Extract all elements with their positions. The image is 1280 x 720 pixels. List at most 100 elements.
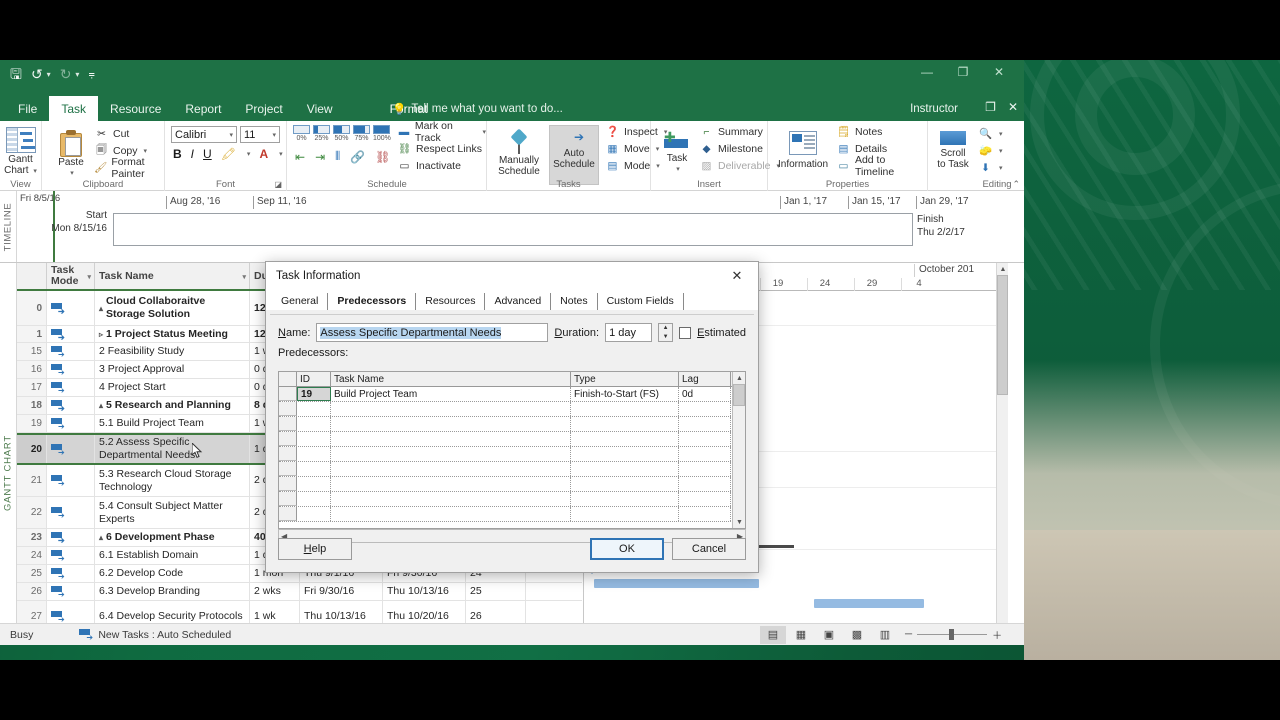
font-color-dropdown-icon[interactable]: ▾ (279, 150, 283, 158)
unlink-tasks-icon[interactable]: ⛓ (375, 150, 390, 164)
tab-resource[interactable]: Resource (98, 96, 173, 121)
dialog-tab-advanced[interactable]: Advanced (485, 293, 552, 310)
row-task-mode[interactable]: ➔ (47, 435, 95, 463)
percent-100-button[interactable]: 100% (373, 125, 391, 142)
insert-task-dropdown-icon[interactable]: ▾ (676, 164, 680, 175)
font-name-combo[interactable]: Calibri ▾ (171, 126, 237, 143)
zoom-knob[interactable] (949, 629, 955, 640)
find-button[interactable]: 🔍 ▾ (978, 125, 1003, 142)
fill-color-icon[interactable]: 🖍 (221, 147, 236, 161)
task-name-input[interactable]: Assess Specific Departmental Needs (316, 323, 549, 342)
zoom-out-icon[interactable]: ─ (905, 629, 912, 640)
scroll-thumb[interactable] (997, 275, 1008, 395)
row-task-mode[interactable]: ➔ (47, 379, 95, 396)
row-task-name[interactable]: 6.2 Develop Code (95, 565, 250, 582)
percent-50-button[interactable]: 50% (333, 125, 350, 142)
dialog-tab-resources[interactable]: Resources (416, 293, 486, 310)
row-task-mode[interactable]: ➔ (47, 547, 95, 564)
tab-report[interactable]: Report (173, 96, 233, 121)
save-icon[interactable]: 🖫 (10, 67, 22, 81)
predecessor-row-empty[interactable] (279, 417, 745, 432)
duration-spinner[interactable]: ▲ ▼ (658, 323, 674, 342)
team-planner-view-icon[interactable]: ▣ (816, 626, 842, 644)
outdent-icon[interactable]: ⇤ (295, 150, 305, 164)
resource-sheet-view-icon[interactable]: ▩ (844, 626, 870, 644)
undo-dropdown-icon[interactable]: ▾ (47, 70, 51, 79)
close-icon[interactable]: ✕ (982, 62, 1016, 82)
redo-dropdown-icon[interactable]: ▾ (75, 70, 79, 79)
row-duration[interactable]: 2 wks (250, 583, 300, 600)
grid-header-type[interactable]: Type (571, 372, 679, 386)
task-sheet-view-icon[interactable]: ▦ (788, 626, 814, 644)
column-header-task-name[interactable]: Task Name ▾ (95, 263, 250, 289)
row-task-name[interactable]: ▴ Cloud Collaboraitve Storage Solution (95, 291, 250, 325)
duration-input[interactable]: 1 day (605, 323, 653, 342)
table-row[interactable]: 26 ➔ 6.3 Develop Branding 2 wks Fri 9/30… (17, 583, 582, 601)
grid-header-task-name[interactable]: Task Name (331, 372, 571, 386)
auto-schedule-button[interactable]: AutoSchedule (549, 125, 599, 185)
predecessor-row[interactable]: 19 Build Project Team Finish-to-Start (F… (279, 387, 745, 402)
collapse-ribbon-icon[interactable]: ⌃ (1012, 179, 1020, 190)
row-task-mode[interactable]: ➔ (47, 465, 95, 496)
tell-me-box[interactable]: 💡 Tell me what you want to do... (392, 102, 563, 116)
notes-button[interactable]: 🗒 Notes (836, 123, 927, 140)
font-color-icon[interactable]: A (259, 147, 268, 161)
row-predecessors[interactable]: 25 (466, 583, 526, 600)
row-task-mode[interactable]: ➔ (47, 497, 95, 528)
grid-header-id[interactable]: ID (297, 372, 331, 386)
window-controls[interactable]: ― ❐ ✕ (910, 62, 1016, 82)
customize-qat-icon[interactable]: ⩦ (88, 68, 94, 80)
format-painter-button[interactable]: 🖌 Format Painter (94, 156, 164, 180)
percent-25-button[interactable]: 25% (313, 125, 330, 142)
split-task-icon[interactable]: ⫴ (335, 149, 340, 164)
find-dropdown-icon[interactable]: ▾ (999, 130, 1003, 138)
link-tasks-icon[interactable]: 🔗 (350, 150, 365, 164)
row-task-mode[interactable]: ➔ (47, 291, 95, 325)
row-task-name[interactable]: 2 Feasibility Study (95, 343, 250, 360)
row-task-name[interactable]: 6.3 Develop Branding (95, 583, 250, 600)
indent-icon[interactable]: ⇥ (315, 150, 325, 164)
fill-color-dropdown-icon[interactable]: ▾ (247, 150, 251, 158)
row-task-name[interactable]: 4 Project Start (95, 379, 250, 396)
predecessor-task-name[interactable]: Build Project Team (331, 387, 571, 401)
copy-dropdown-icon[interactable]: ▾ (144, 147, 148, 155)
percent-0-button[interactable]: 0% (293, 125, 310, 142)
information-button[interactable]: Information (772, 127, 834, 170)
tab-file[interactable]: File (6, 96, 49, 121)
row-task-mode[interactable]: ➔ (47, 529, 95, 546)
font-size-combo[interactable]: 11 ▾ (240, 126, 280, 143)
gantt-task-bar[interactable] (594, 579, 759, 588)
timeline-project-bar[interactable] (113, 213, 913, 246)
row-task-mode[interactable]: ➔ (47, 583, 95, 600)
predecessor-type[interactable]: Finish-to-Start (FS) (571, 387, 679, 401)
scroll-down-icon[interactable]: ▼ (733, 516, 745, 528)
paste-button[interactable]: Paste ▾ (50, 125, 92, 179)
bold-button[interactable]: B (173, 147, 182, 161)
fill-down-dropdown-icon[interactable]: ▾ (999, 164, 1003, 172)
row-task-mode[interactable]: ➔ (47, 415, 95, 432)
gantt-task-bar[interactable] (814, 599, 924, 608)
mark-on-track-dropdown-icon[interactable]: ▾ (482, 128, 486, 136)
row-task-name[interactable]: 5.2 Assess Specific Departmental Needs (95, 435, 250, 463)
predecessor-row-empty[interactable] (279, 402, 745, 417)
row-task-name[interactable]: ▴ 5 Research and Planning (95, 397, 250, 414)
row-task-name[interactable]: 5.1 Build Project Team (95, 415, 250, 432)
paste-dropdown-icon[interactable]: ▾ (70, 168, 74, 179)
mark-on-track-button[interactable]: ▬ Mark on Track ▾ (397, 120, 486, 144)
row-task-mode[interactable]: ➔ (47, 326, 95, 342)
scroll-up-icon[interactable]: ▲ (997, 263, 1008, 275)
row-task-name[interactable]: 5.3 Research Cloud Storage Technology (95, 465, 250, 496)
row-finish[interactable]: Thu 10/13/16 (383, 583, 466, 600)
predecessor-id[interactable]: 19 (297, 387, 331, 401)
inactivate-button[interactable]: ▭ Inactivate (397, 157, 486, 174)
italic-button[interactable]: I (191, 147, 194, 161)
clear-button[interactable]: 🧽 ▾ (978, 142, 1003, 159)
predecessor-row-empty[interactable] (279, 432, 745, 447)
cancel-button[interactable]: Cancel (672, 538, 746, 560)
scroll-up-icon[interactable]: ▲ (733, 372, 745, 384)
tab-project[interactable]: Project (233, 96, 294, 121)
row-task-name[interactable]: ▴ 6 Development Phase (95, 529, 250, 546)
zoom-slider[interactable]: ─ ＋ (905, 627, 1002, 642)
redo-icon[interactable]: ↻ (60, 67, 72, 81)
restore-icon[interactable]: ❐ (946, 62, 980, 82)
